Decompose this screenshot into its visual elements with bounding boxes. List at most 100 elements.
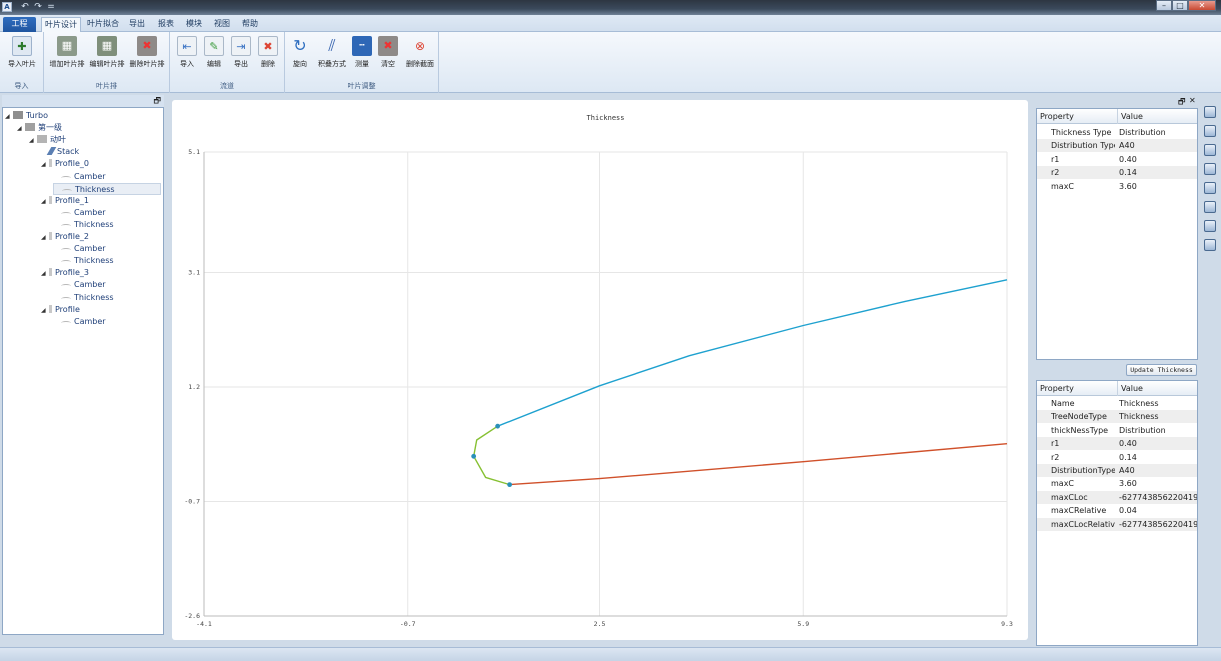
property-grid-bottom[interactable]: Property Value Name Thickness TreeNodeType… [1036, 380, 1198, 646]
view-iso-icon[interactable] [1204, 220, 1216, 232]
tree-node[interactable]: Camber [53, 316, 106, 328]
expand-toggle-icon[interactable]: ◢ [41, 159, 49, 171]
expand-toggle-icon[interactable]: ◢ [41, 305, 49, 317]
edit-blade-row-button[interactable]: ▦ 编辑叶片排 [88, 36, 126, 76]
tree-node[interactable]: Thickness [53, 182, 161, 195]
property-row[interactable]: r2 0.14 [1037, 451, 1197, 464]
property-value[interactable]: -627743856220419... [1119, 491, 1197, 504]
dock-close-icon[interactable]: ✕ [1189, 96, 1196, 105]
tree-node[interactable]: ◢ Turbo [5, 110, 48, 122]
property-row[interactable]: DistributionType A40 [1037, 464, 1197, 477]
property-row[interactable]: Distribution Type A40 [1037, 139, 1197, 153]
property-row[interactable]: r1 0.40 [1037, 437, 1197, 451]
delete-section-button[interactable]: ⊗ 删除截面 [403, 36, 437, 76]
tab-blade-design[interactable]: 叶片设计 [41, 17, 81, 32]
property-row[interactable]: maxCRelative 0.04 [1037, 504, 1197, 517]
minimize-button[interactable]: – [1156, 0, 1172, 11]
expand-toggle-icon[interactable]: ◢ [41, 268, 49, 280]
tree-node[interactable]: Thickness [53, 292, 114, 304]
tree-node[interactable]: ◢ Profile_0 [41, 158, 89, 170]
add-blade-row-button[interactable]: ▦ 增加叶片排 [48, 36, 86, 76]
tree-node[interactable]: Camber [53, 243, 106, 255]
property-value[interactable]: 0.40 [1119, 437, 1197, 450]
tree-node[interactable]: ◢ Profile_1 [41, 195, 89, 207]
tab-export[interactable]: 导出 [126, 17, 148, 32]
view-front-icon[interactable] [1204, 106, 1216, 118]
property-row[interactable]: maxCLocRelative -627743856220419... [1037, 517, 1197, 531]
tree-node[interactable]: ◢ 第一级 [17, 122, 62, 134]
tab-blade-fitting[interactable]: 叶片拟合 [84, 17, 122, 32]
channel-edit-button[interactable]: ✎ 编辑 [202, 36, 226, 76]
update-thickness-button[interactable]: Update Thickness [1126, 364, 1197, 376]
tree-view[interactable]: ◢ Turbo ◢ 第一级 ◢ 动叶 Stack ◢ Profile_0 Camber Thickn… [2, 107, 164, 635]
tree-node[interactable]: Camber [53, 207, 106, 219]
tab-view[interactable]: 视图 [210, 17, 234, 32]
expand-toggle-icon[interactable]: ◢ [29, 135, 37, 147]
thickness-chart[interactable]: Thickness -4.1 -0.7 2.5 5.9 9.3 5.1 3.1 1.2 -0.7 -… [172, 100, 1028, 640]
close-window-button[interactable]: ✕ [1188, 0, 1216, 11]
channel-export-button[interactable]: ⇥ 导出 [229, 36, 253, 76]
property-row[interactable]: maxC 3.60 [1037, 180, 1197, 193]
property-row[interactable]: Thickness Type Distribution [1037, 126, 1197, 139]
tab-report[interactable]: 报表 [154, 17, 178, 32]
property-value[interactable]: A40 [1119, 139, 1197, 152]
tab-help[interactable]: 帮助 [238, 17, 262, 32]
property-row[interactable]: r1 0.40 [1037, 153, 1197, 166]
view-right-icon[interactable] [1204, 163, 1216, 175]
property-value[interactable]: 0.04 [1119, 504, 1197, 517]
app-icon[interactable]: A [2, 2, 12, 12]
view-back-icon[interactable] [1204, 125, 1216, 137]
property-row[interactable]: TreeNodeType Thickness [1037, 410, 1197, 424]
property-grid-top[interactable]: Property Value Thickness Type Distributio… [1036, 108, 1198, 360]
tree-node[interactable]: Camber [53, 279, 106, 291]
property-value[interactable]: A40 [1119, 464, 1197, 477]
zoom-fit-icon[interactable] [1204, 239, 1216, 251]
tree-node[interactable]: ◢ Profile [41, 304, 80, 316]
tree-node[interactable]: ◢ Profile_3 [41, 267, 89, 279]
tree-node[interactable]: ◢ 动叶 [29, 134, 66, 146]
property-value[interactable]: Distribution [1119, 126, 1197, 139]
view-bottom-icon[interactable] [1204, 201, 1216, 213]
property-value[interactable]: 0.14 [1119, 451, 1197, 464]
delete-blade-row-button[interactable]: ✖ 删除叶片排 [128, 36, 166, 76]
expand-toggle-icon[interactable]: ◢ [41, 232, 49, 244]
property-value[interactable]: -627743856220419... [1119, 518, 1197, 531]
rotation-direction-button[interactable]: ↻ 旋向 [289, 36, 311, 76]
property-value[interactable]: 3.60 [1119, 180, 1197, 193]
property-value[interactable]: Distribution [1119, 424, 1197, 437]
tab-project[interactable]: 工程 [3, 17, 36, 32]
property-value[interactable]: Thickness [1119, 397, 1197, 410]
expand-toggle-icon[interactable]: ◢ [41, 196, 49, 208]
expand-toggle-icon[interactable]: ◢ [5, 111, 13, 123]
property-row[interactable]: maxC 3.60 [1037, 477, 1197, 490]
redo-icon[interactable]: ↷ [33, 2, 43, 12]
measure-button[interactable]: ┅ 测量 [351, 36, 373, 76]
clear-button[interactable]: ✖ 清空 [377, 36, 399, 76]
tree-node[interactable]: Camber [53, 171, 106, 183]
tree-node[interactable]: Stack [41, 146, 79, 158]
property-row[interactable]: maxCLoc -627743856220419... [1037, 490, 1197, 504]
property-row[interactable]: Name Thickness [1037, 397, 1197, 410]
property-value[interactable]: Thickness [1119, 410, 1197, 423]
tree-node[interactable]: ◢ Profile_2 [41, 231, 89, 243]
x-tick-label: 2.5 [594, 620, 606, 628]
property-value[interactable]: 0.14 [1119, 166, 1197, 179]
undo-icon[interactable]: ↶ [20, 2, 30, 12]
channel-import-button[interactable]: ⇤ 导入 [175, 36, 199, 76]
dock-pin-icon[interactable]: 🗗 [1178, 96, 1186, 110]
import-blade-button[interactable]: ✚ 导入叶片 [4, 36, 40, 76]
view-left-icon[interactable] [1204, 144, 1216, 156]
maximize-button[interactable]: □ [1172, 0, 1188, 11]
more-icon[interactable]: = [46, 2, 56, 12]
property-row[interactable]: thickNessType Distribution [1037, 424, 1197, 437]
tree-node[interactable]: Thickness [53, 255, 114, 267]
tab-module[interactable]: 模块 [182, 17, 206, 32]
channel-delete-button[interactable]: ✖ 删除 [256, 36, 280, 76]
property-value[interactable]: 0.40 [1119, 153, 1197, 166]
stacking-method-button[interactable]: ⫽ 积叠方式 [315, 36, 349, 76]
tree-node[interactable]: Thickness [53, 219, 114, 231]
property-value[interactable]: 3.60 [1119, 477, 1197, 490]
property-row[interactable]: r2 0.14 [1037, 166, 1197, 180]
view-top-icon[interactable] [1204, 182, 1216, 194]
expand-toggle-icon[interactable]: ◢ [17, 123, 25, 135]
